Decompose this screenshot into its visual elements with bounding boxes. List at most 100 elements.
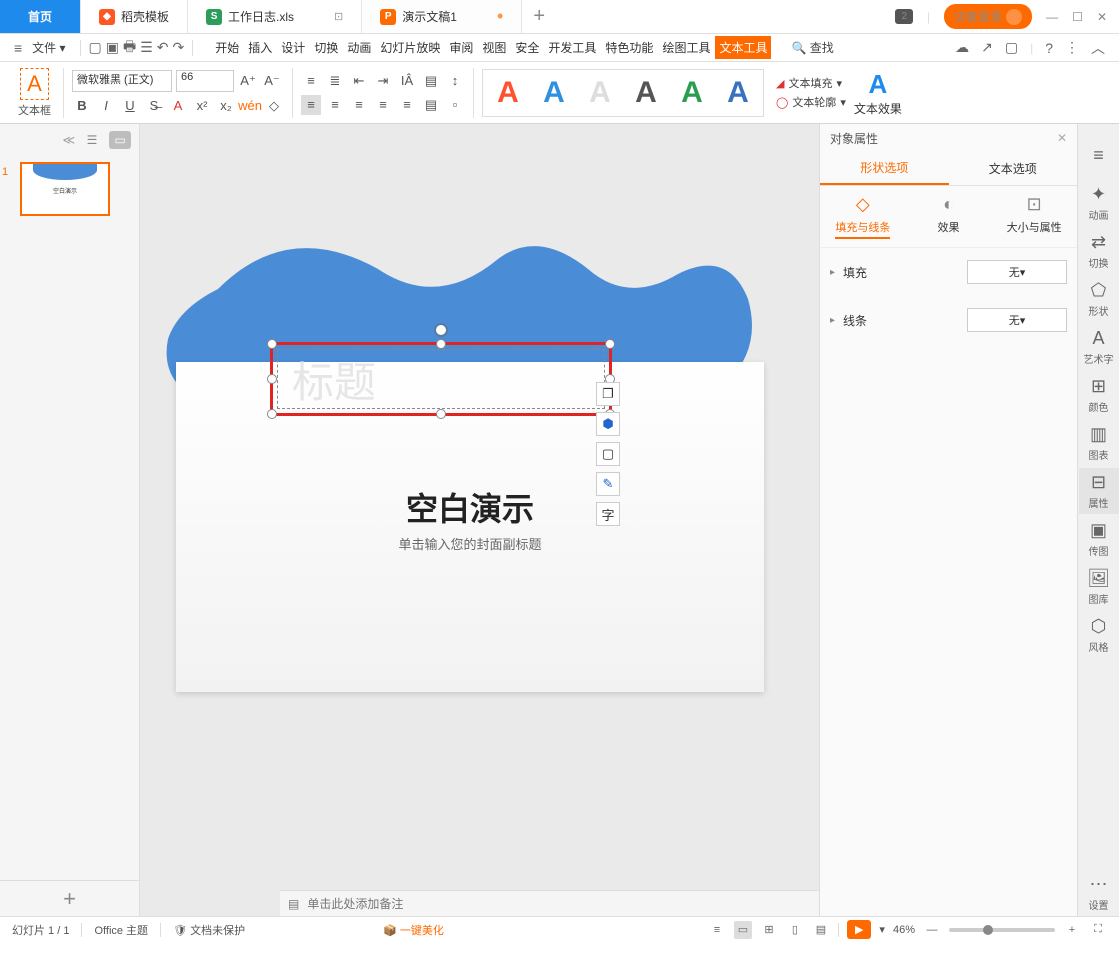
- theme-label[interactable]: Office 主题: [94, 922, 148, 938]
- rotate-handle-icon[interactable]: [434, 323, 448, 337]
- indent-dec-icon[interactable]: ⇤: [349, 71, 369, 91]
- strip-lib[interactable]: 🖼图库: [1079, 564, 1119, 610]
- menu-tab[interactable]: 安全: [511, 36, 543, 59]
- strip-art[interactable]: A艺术字: [1079, 324, 1119, 370]
- fit-icon[interactable]: ⛶: [1089, 921, 1107, 939]
- numbering-icon[interactable]: ≣: [325, 71, 345, 91]
- bold-icon[interactable]: B: [72, 96, 92, 116]
- resize-handle[interactable]: [267, 374, 277, 384]
- slide-thumb[interactable]: 1 空白演示: [12, 162, 127, 216]
- spacing-icon[interactable]: ↕: [445, 71, 465, 91]
- print-icon[interactable]: ☰: [140, 39, 153, 56]
- reading-view-icon[interactable]: ▯: [786, 921, 804, 939]
- menu-tab[interactable]: 幻灯片放映: [376, 36, 444, 59]
- menu-tab[interactable]: 视图: [478, 36, 510, 59]
- fontsize-select[interactable]: 66: [176, 70, 234, 92]
- slide-subtitle[interactable]: 单击输入您的封面副标题: [176, 534, 764, 553]
- text-effect-button[interactable]: A 文本效果: [854, 69, 902, 117]
- tab-shape-options[interactable]: 形状选项: [820, 152, 949, 185]
- thumb-view-icon[interactable]: ▭: [109, 131, 131, 149]
- menu-icon[interactable]: ≡: [14, 40, 22, 56]
- redo-icon[interactable]: ↷: [173, 39, 185, 56]
- strip-shape[interactable]: ⬠形状: [1079, 276, 1119, 322]
- strip-color[interactable]: ⊞颜色: [1079, 372, 1119, 418]
- line-select[interactable]: 无 ▾: [967, 308, 1067, 332]
- textbox-group[interactable]: A 文本框: [14, 68, 55, 118]
- login-button[interactable]: 访客登录: [944, 4, 1032, 29]
- font-select[interactable]: 微软雅黑 (正文): [72, 70, 172, 92]
- menu-tab[interactable]: 开始: [211, 36, 243, 59]
- minimize-icon[interactable]: —: [1046, 10, 1058, 24]
- columns-icon[interactable]: ▤: [421, 71, 441, 91]
- notification-badge[interactable]: 2: [895, 9, 913, 24]
- text-outline-button[interactable]: ◯ 文本轮廓 ▾: [776, 94, 846, 110]
- strip-pass[interactable]: ▣传图: [1079, 516, 1119, 562]
- style-4[interactable]: A: [625, 72, 667, 114]
- tab-text-options[interactable]: 文本选项: [949, 152, 1078, 185]
- normal-view-icon[interactable]: ▭: [734, 921, 752, 939]
- list-icon[interactable]: ≡: [708, 921, 726, 939]
- menu-tab[interactable]: 切换: [310, 36, 342, 59]
- grow-font-icon[interactable]: A⁺: [238, 71, 258, 91]
- zoom-out-icon[interactable]: —: [923, 921, 941, 939]
- resize-handle[interactable]: [436, 339, 446, 349]
- line-section[interactable]: ▸ 线条 无 ▾: [820, 296, 1077, 344]
- subtab-effects[interactable]: ◐效果: [906, 194, 992, 239]
- tab-templates[interactable]: ◆ 稻壳模板: [81, 0, 188, 33]
- fontcolor-icon[interactable]: A: [168, 96, 188, 116]
- direction-icon[interactable]: IÂ: [397, 71, 417, 91]
- align-right-icon[interactable]: ≡: [349, 95, 369, 115]
- tab-presentation[interactable]: P 演示文稿1 •: [362, 0, 522, 33]
- distribute-icon[interactable]: ≡: [397, 95, 417, 115]
- zoom-slider[interactable]: [949, 928, 1055, 932]
- file-menu[interactable]: 文件 ▾: [26, 36, 71, 59]
- character-icon[interactable]: 字: [596, 502, 620, 526]
- resize-handle[interactable]: [267, 339, 277, 349]
- menu-tab[interactable]: 插入: [244, 36, 276, 59]
- subtab-fill-line[interactable]: ◇填充与线条: [820, 194, 906, 239]
- pinyin-icon[interactable]: wén: [240, 96, 260, 116]
- search-button[interactable]: 🔍 查找: [785, 36, 839, 59]
- align-left-icon[interactable]: ≡: [301, 95, 321, 115]
- save-icon[interactable]: 🖶: [123, 36, 136, 60]
- menu-tab-active[interactable]: 文本工具: [715, 36, 771, 59]
- align-justify-icon[interactable]: ≡: [373, 95, 393, 115]
- strip-trans[interactable]: ⇄切换: [1079, 228, 1119, 274]
- collapse-ribbon-icon[interactable]: ︿: [1091, 38, 1105, 58]
- eyedropper-icon[interactable]: ✎: [596, 472, 620, 496]
- style-3[interactable]: A: [579, 72, 621, 114]
- resize-handle[interactable]: [267, 409, 277, 419]
- menu-tab[interactable]: 绘图工具: [658, 36, 714, 59]
- open-icon[interactable]: ▣: [106, 39, 119, 56]
- strike-icon[interactable]: S̶: [144, 96, 164, 116]
- close-icon[interactable]: ⊡: [334, 10, 343, 23]
- shrink-font-icon[interactable]: A⁻: [262, 71, 282, 91]
- protect-button[interactable]: 🛡 文档未保护: [173, 922, 245, 938]
- new-icon[interactable]: ▢: [89, 39, 102, 56]
- bullets-icon[interactable]: ≡: [301, 71, 321, 91]
- strip-collapse[interactable]: ≡: [1079, 132, 1119, 178]
- style-1[interactable]: A: [487, 72, 529, 114]
- undo-icon[interactable]: ↶: [157, 39, 169, 56]
- box-icon[interactable]: ▢: [1005, 39, 1018, 56]
- subscript-icon[interactable]: x₂: [216, 96, 236, 116]
- help-icon[interactable]: ?: [1045, 40, 1053, 56]
- style-5[interactable]: A: [671, 72, 713, 114]
- menu-tab[interactable]: 特色功能: [601, 36, 657, 59]
- notes-view-icon[interactable]: ▤: [812, 921, 830, 939]
- cloud-icon[interactable]: ☁: [955, 39, 969, 56]
- close-icon[interactable]: ✕: [1097, 10, 1107, 24]
- fill-bucket-icon[interactable]: ⬢: [596, 412, 620, 436]
- zoom-percent[interactable]: 46%: [893, 924, 915, 936]
- strip-chart[interactable]: ▥图表: [1079, 420, 1119, 466]
- maximize-icon[interactable]: ☐: [1072, 10, 1083, 24]
- fill-select[interactable]: 无 ▾: [967, 260, 1067, 284]
- layers-icon[interactable]: ❐: [596, 382, 620, 406]
- strip-settings[interactable]: ⋯设置: [1079, 870, 1119, 916]
- margin-icon[interactable]: ▫: [445, 95, 465, 115]
- title-textbox-selection[interactable]: 标题: [270, 342, 612, 416]
- play-dropdown[interactable]: ▾: [879, 923, 885, 936]
- menu-tab[interactable]: 审阅: [445, 36, 477, 59]
- notes-bar[interactable]: ▤ 单击此处添加备注: [280, 890, 819, 916]
- new-tab-button[interactable]: +: [522, 0, 556, 33]
